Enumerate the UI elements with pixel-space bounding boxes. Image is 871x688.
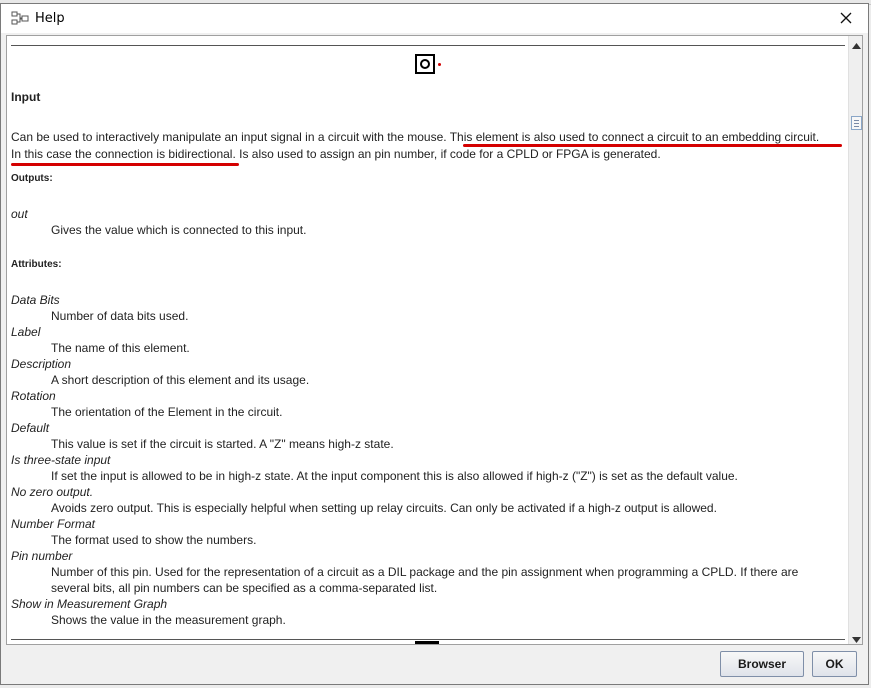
attribute-term: Data Bits xyxy=(11,293,60,307)
attribute-definition: The name of this element. xyxy=(51,341,190,355)
attribute-term: Number Format xyxy=(11,517,96,531)
scroll-thumb[interactable] xyxy=(851,116,862,130)
attribute-definition: The orientation of the Element in the ci… xyxy=(51,405,283,419)
scroll-up-button[interactable] xyxy=(849,36,862,53)
description-line-1: Can be used to interactively manipulate … xyxy=(11,130,820,144)
attribute-term: Default xyxy=(11,421,50,435)
outputs-heading: Outputs: xyxy=(11,173,53,184)
output-term: out xyxy=(11,207,28,221)
browser-button[interactable]: Browser xyxy=(720,651,804,677)
attribute-definition-cont: several bits, all pin numbers can be spe… xyxy=(51,581,438,595)
attribute-term: Show in Measurement Graph xyxy=(11,597,168,611)
attribute-definition: The format used to show the numbers. xyxy=(51,533,257,547)
scroll-down-button[interactable] xyxy=(849,628,862,644)
help-content-pane[interactable]: Input Can be used to interactively manip… xyxy=(6,35,863,645)
attribute-definition: Number of data bits used. xyxy=(51,309,189,323)
attribute-term: No zero output. xyxy=(11,485,94,499)
help-document: Input Can be used to interactively manip… xyxy=(7,36,847,644)
window-title: Help xyxy=(35,11,65,26)
attribute-definition: If set the input is allowed to be in hig… xyxy=(51,469,738,483)
attribute-term: Pin number xyxy=(11,549,73,563)
close-button[interactable] xyxy=(824,4,868,33)
title-bar: Help xyxy=(1,4,868,33)
help-dialog: Help Input Can be used to interactively … xyxy=(0,3,869,685)
attribute-term: Rotation xyxy=(11,389,56,403)
attribute-definition: This value is set if the circuit is star… xyxy=(51,437,394,451)
app-circuit-icon xyxy=(11,10,29,26)
divider-bottom xyxy=(11,639,845,640)
element-title: Input xyxy=(11,90,41,104)
annotation-underline xyxy=(463,144,842,147)
divider-top xyxy=(11,45,845,46)
attribute-definition: Avoids zero output. This is especially h… xyxy=(51,501,717,515)
attribute-term: Description xyxy=(11,357,72,371)
annotation-underline xyxy=(11,163,239,166)
arrow-down-icon xyxy=(852,628,861,644)
next-symbol-edge xyxy=(415,641,439,644)
attribute-term: Label xyxy=(11,325,41,339)
arrow-up-icon xyxy=(852,36,861,53)
ok-button[interactable]: OK xyxy=(812,651,857,677)
vertical-scrollbar[interactable] xyxy=(848,36,862,644)
description-line-2: In this case the connection is bidirecti… xyxy=(11,147,661,161)
attribute-definition: A short description of this element and … xyxy=(51,373,310,387)
output-definition: Gives the value which is connected to th… xyxy=(51,223,307,237)
input-symbol-icon xyxy=(415,54,441,74)
attribute-term: Is three-state input xyxy=(11,453,111,467)
attributes-heading: Attributes: xyxy=(11,259,62,270)
attribute-definition: Number of this pin. Used for the represe… xyxy=(51,565,799,579)
close-icon xyxy=(840,9,852,28)
attribute-definition: Shows the value in the measurement graph… xyxy=(51,613,286,627)
